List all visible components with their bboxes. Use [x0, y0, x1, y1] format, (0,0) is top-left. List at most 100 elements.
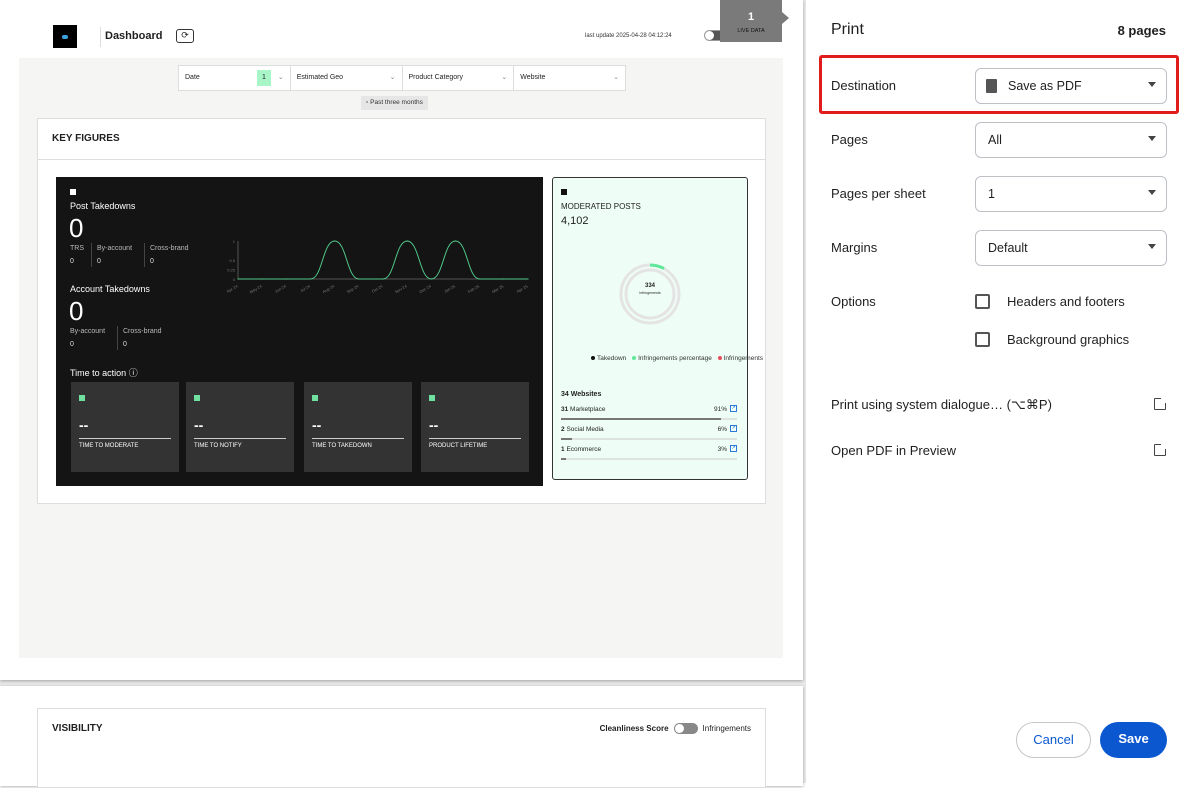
tile-value: -- [429, 417, 439, 433]
account-takedowns-label: Account Takedowns [70, 284, 150, 294]
filter-label: Date [185, 74, 200, 81]
trs-value: 0 [70, 258, 74, 265]
cross-brand-value: 0 [123, 341, 127, 348]
external-link-icon[interactable]: ↗ [1154, 442, 1167, 456]
square-icon [70, 189, 76, 195]
x-tick-label: Nov 24 [394, 283, 408, 294]
account-takedowns-value: 0 [69, 296, 84, 326]
filter-label: Website [520, 74, 546, 81]
website-bar [561, 438, 737, 440]
open-pdf-preview-link[interactable]: Open PDF in Preview [831, 443, 956, 458]
time-to-action-label: Time to action [70, 368, 127, 378]
square-icon [79, 395, 85, 401]
donut-label: Infringements [639, 291, 661, 295]
square-icon [312, 395, 318, 401]
external-link-icon[interactable]: ↗ [730, 445, 737, 452]
website-count: 2 [561, 426, 565, 433]
cross-brand-label: Cross-brand [123, 328, 162, 335]
legend-takedown: Takedown [597, 355, 627, 362]
pages-select[interactable]: All [975, 122, 1167, 158]
document-icon [986, 79, 997, 93]
chevron-down-icon: ⌄ [501, 74, 508, 81]
brand-logo [53, 25, 77, 48]
system-dialog-link[interactable]: Print using system dialogue… (⌥⌘P) [831, 397, 1052, 413]
by-account-value: 0 [97, 258, 101, 265]
destination-select[interactable]: Save as PDF [975, 68, 1167, 104]
headers-footers-label: Headers and footers [1007, 294, 1125, 309]
page-title: Dashboard [105, 30, 163, 42]
cancel-button[interactable]: Cancel [1016, 722, 1091, 758]
key-figures-card: KEY FIGURES Post Takedowns 0 TRS 0 By-ac… [37, 118, 766, 504]
data-point [406, 240, 408, 242]
external-link-icon[interactable]: ↗ [730, 405, 737, 412]
website-row: 31 Marketplace 91% ↗ [561, 405, 737, 420]
period-label: Past three months [370, 99, 423, 106]
data-point [309, 278, 312, 280]
filter-website: Website ⌄ [514, 66, 625, 90]
infringements-label: Infringements [702, 724, 751, 733]
period-chip: ▫ Past three months [361, 96, 428, 110]
data-point [527, 278, 529, 280]
x-tick-label: Apr 24 [226, 283, 239, 294]
x-tick-label: Dec 24 [418, 283, 432, 294]
background-graphics-checkbox[interactable] [975, 332, 990, 347]
margins-select[interactable]: Default [975, 230, 1167, 266]
website-pct: 91% [713, 406, 727, 413]
visibility-card: VISIBILITY Cleanliness Score Infringement… [37, 708, 766, 788]
website-count: 31 [561, 406, 569, 413]
x-tick-label: Feb 25 [467, 283, 481, 294]
destination-value: Save as PDF [1008, 79, 1082, 93]
filter-date: Date 1 ⌄ [179, 66, 291, 90]
chevron-down-icon: ⌄ [277, 74, 284, 81]
cross-brand-label: Cross-brand [150, 245, 189, 252]
tile-label: TIME TO MODERATE [79, 443, 139, 449]
dropdown-arrow-icon [1148, 136, 1156, 141]
options-label: Options [831, 294, 876, 309]
moderated-posts-label: MODERATED POSTS [561, 202, 641, 211]
square-icon [561, 189, 567, 195]
filter-badge: 1 [257, 70, 271, 86]
post-takedowns-label: Post Takedowns [70, 201, 136, 211]
website-pct: 6% [717, 426, 727, 433]
chevron-down-icon: ⌄ [613, 74, 619, 81]
tile-time-to-takedown: -- TIME TO TAKEDOWN [304, 382, 412, 472]
website-row: 2 Social Media 6% ↗ [561, 425, 737, 440]
dropdown-arrow-icon [1148, 244, 1156, 249]
x-tick-label: Sep 24 [346, 283, 360, 294]
y-tick-label: 1 [233, 239, 236, 244]
filter-bar: Date 1 ⌄ Estimated Geo ⌄ Product Category ⌄ … [178, 65, 626, 91]
data-point [479, 278, 481, 280]
website-name: Social Media [566, 426, 604, 433]
print-preview[interactable]: Dashboard ⟳ last update 2025-04-28 04:12… [0, 0, 806, 788]
data-point [430, 278, 432, 280]
website-name: Marketplace [570, 406, 606, 413]
tile-label: TIME TO TAKEDOWN [312, 443, 372, 449]
y-tick-label: 0 [233, 277, 236, 282]
headers-footers-checkbox[interactable] [975, 294, 990, 309]
external-link-icon[interactable]: ↗ [1154, 396, 1167, 410]
save-button[interactable]: Save [1100, 722, 1167, 758]
page-number: 1 [747, 11, 755, 23]
dropdown-arrow-icon [1148, 82, 1156, 87]
divider [100, 27, 101, 47]
margins-value: Default [988, 241, 1028, 255]
pages-per-sheet-select[interactable]: 1 [975, 176, 1167, 212]
external-link-icon[interactable]: ↗ [730, 425, 737, 432]
square-icon [194, 395, 200, 401]
x-tick-label: Aug 24 [322, 283, 336, 294]
filter-label: Product Category [408, 74, 463, 81]
page-count: 8 pages [1117, 23, 1166, 38]
donut-value: 334 [644, 283, 655, 289]
data-point [382, 278, 384, 280]
info-icon: ⓘ [128, 368, 138, 378]
x-tick-label: Oct 24 [371, 283, 384, 294]
background-graphics-label: Background graphics [1007, 332, 1130, 347]
visibility-toggle [673, 723, 698, 734]
print-panel: Print 8 pages Destination Save as PDF Pa… [806, 0, 1186, 783]
margins-label: Margins [831, 240, 878, 255]
website-row: 1 Ecommerce 3% ↗ [561, 445, 737, 460]
divider [91, 243, 92, 267]
data-point [358, 278, 360, 280]
chevron-down-icon: ⌄ [389, 74, 396, 81]
data-point [285, 278, 287, 280]
